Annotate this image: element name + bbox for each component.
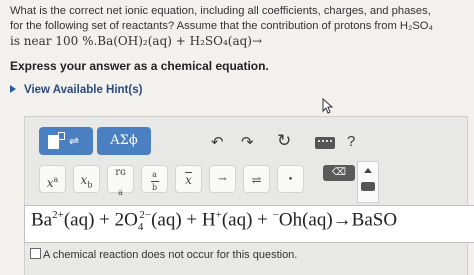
keyboard-icon[interactable]: [315, 137, 335, 149]
equilibrium-arrow-key[interactable]: ⇌: [243, 165, 270, 193]
subscript-key[interactable]: xb: [73, 165, 100, 193]
redo-icon[interactable]: ↷: [241, 133, 254, 151]
mouse-pointer-icon: [322, 98, 334, 114]
templates-button[interactable]: ⇌: [39, 127, 93, 155]
question-line-3: is near 100 %.Ba(OH)₂(aq) + H₂SO₄(aq)→: [10, 34, 263, 48]
keyboard-icon: [361, 182, 375, 191]
reaction-arrow-key[interactable]: →: [209, 165, 236, 193]
greek-symbols-button[interactable]: AΣϕ: [97, 127, 151, 155]
view-hints-link[interactable]: View Available Hint(s): [10, 84, 142, 96]
no-reaction-label: A chemical reaction does not occur for t…: [43, 249, 298, 261]
backspace-icon: ⌫: [331, 167, 347, 178]
fraction-key[interactable]: ab: [141, 165, 168, 193]
collapse-keypad-button[interactable]: [357, 161, 379, 203]
delete-button[interactable]: ⌫: [323, 165, 355, 181]
overbar-key[interactable]: x: [175, 165, 202, 193]
checkbox-icon: [30, 248, 41, 259]
expand-triangle-icon: [10, 85, 16, 93]
superscript-key[interactable]: xa: [39, 165, 66, 193]
no-reaction-checkbox[interactable]: A chemical reaction does not occur for t…: [30, 248, 297, 261]
hints-label: View Available Hint(s): [24, 84, 143, 96]
chevron-up-icon: [364, 168, 372, 173]
reset-icon[interactable]: ↻: [277, 131, 291, 151]
undo-icon[interactable]: ↶: [211, 133, 224, 151]
help-icon[interactable]: ?: [347, 133, 355, 150]
charge-key[interactable]: rɢ a: [107, 165, 134, 197]
dot-key[interactable]: •: [277, 165, 304, 193]
question-line-2: for the following set of reactants? Assu…: [10, 20, 434, 32]
question-text: What is the correct net ionic equation, …: [10, 4, 468, 49]
answer-input[interactable]: Ba2+(aq) + 2O42−(aq) + H+(aq) + −Oh(aq)→…: [24, 205, 474, 243]
answer-equation: Ba2+(aq) + 2O42−(aq) + H+(aq) + −Oh(aq)→…: [31, 209, 398, 234]
question-line-1: What is the correct net ionic equation, …: [10, 5, 431, 17]
instruction: Express your answer as a chemical equati…: [10, 59, 269, 73]
